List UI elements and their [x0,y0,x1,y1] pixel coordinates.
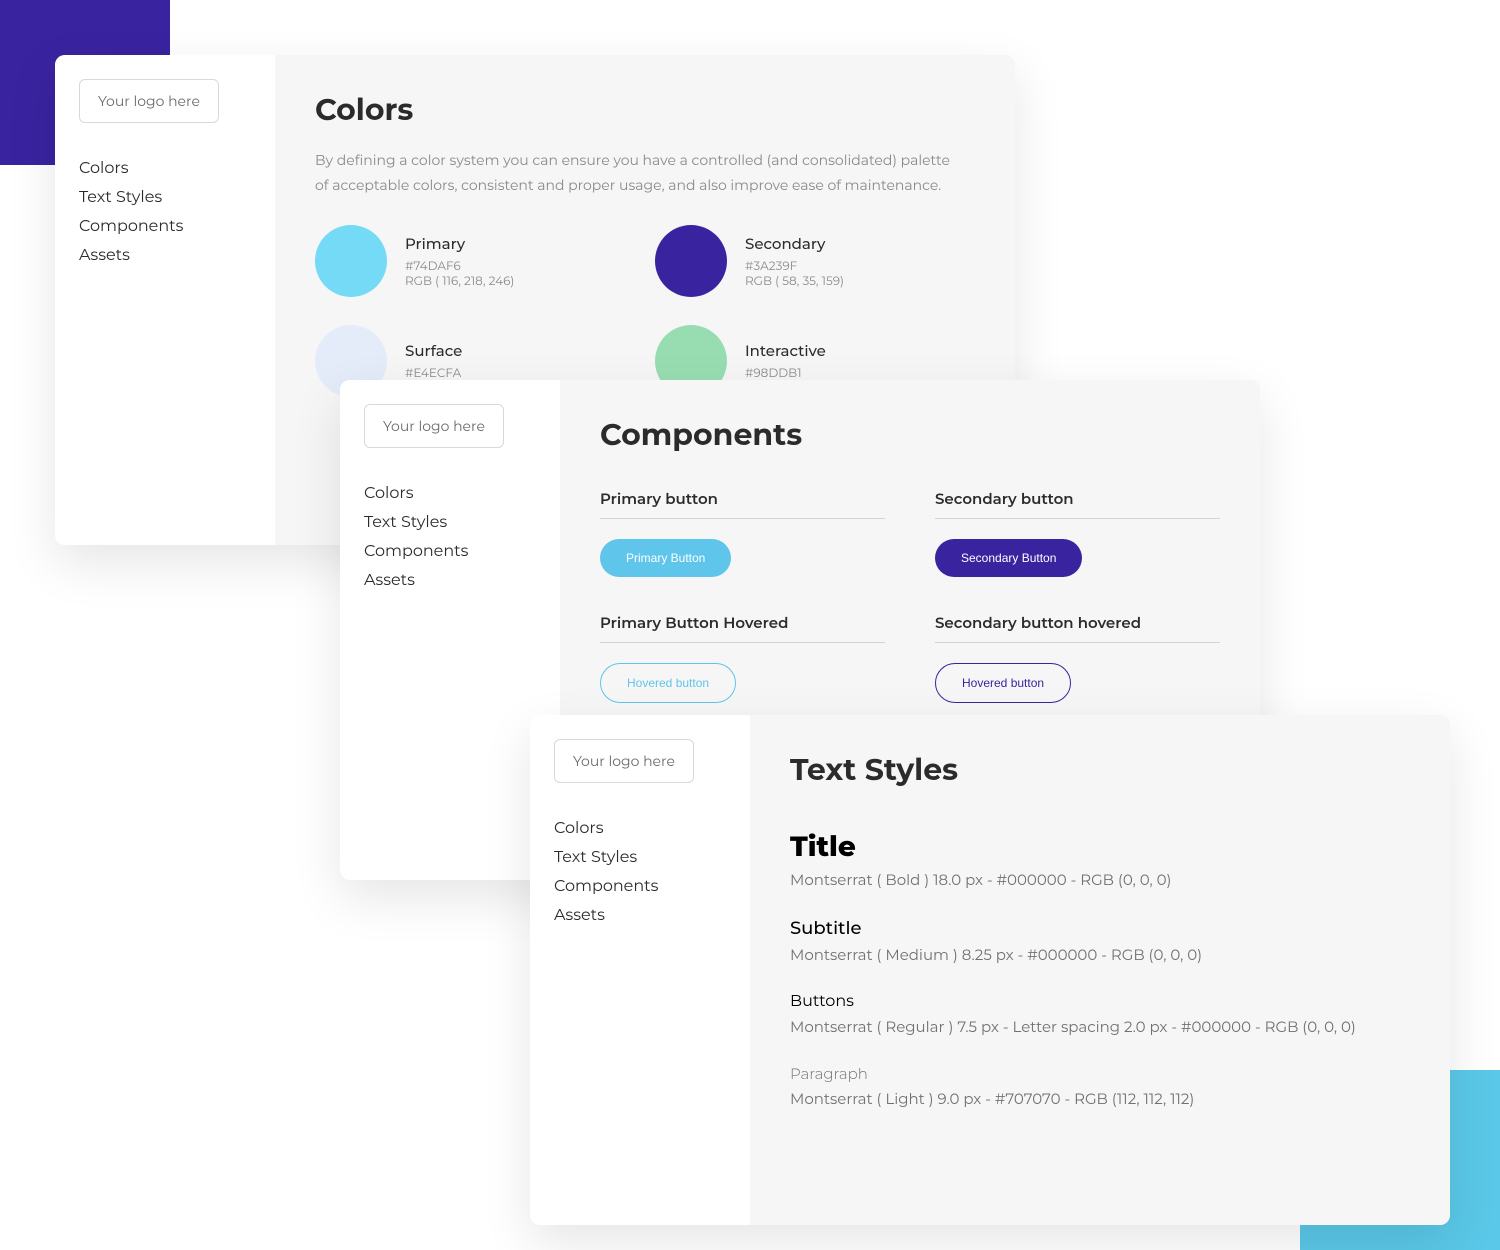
colors-description: By defining a color system you can ensur… [315,148,955,197]
component-label: Secondary button hovered [935,613,1220,643]
text-style-buttons: Buttons Montserrat ( Regular ) 7.5 px - … [790,992,1410,1036]
nav-item-components[interactable]: Components [79,217,183,236]
nav-item-text-styles[interactable]: Text Styles [79,188,183,207]
swatch-hex: #3A239F [745,259,844,274]
swatch-name: Surface [405,341,462,360]
component-block-primary-hover: Primary Button Hovered Hovered button [600,613,885,703]
text-style-subtitle: Subtitle Montserrat ( Medium ) 8.25 px -… [790,917,1410,964]
sidebar: Your logo here Colors Text Styles Compon… [340,380,560,880]
component-block-secondary-hover: Secondary button hovered Hovered button [935,613,1220,703]
component-block-primary: Primary button Primary Button [600,489,885,577]
nav-item-components[interactable]: Components [554,877,658,896]
logo-placeholder[interactable]: Your logo here [364,404,504,448]
text-style-meta: Montserrat ( Light ) 9.0 px - #707070 - … [790,1089,1410,1108]
secondary-button[interactable]: Secondary Button [935,539,1082,577]
logo-placeholder[interactable]: Your logo here [79,79,219,123]
swatch-hex: #E4ECFA [405,366,462,381]
text-styles-main: Text Styles Title Montserrat ( Bold ) 18… [750,715,1450,1225]
nav-item-text-styles[interactable]: Text Styles [554,848,658,867]
component-label: Secondary button [935,489,1220,519]
text-style-meta: Montserrat ( Bold ) 18.0 px - #000000 - … [790,870,1410,889]
primary-button[interactable]: Primary Button [600,539,731,577]
panel-text-styles: Your logo here Colors Text Styles Compon… [530,715,1450,1225]
component-block-secondary: Secondary button Secondary Button [935,489,1220,577]
text-style-meta: Montserrat ( Regular ) 7.5 px - Letter s… [790,1017,1410,1036]
text-style-sample: Buttons [790,992,1410,1011]
swatch-primary: Primary #74DAF6 RGB ( 116, 218, 246) [315,225,615,297]
text-style-sample: Subtitle [790,917,1410,939]
component-label: Primary Button Hovered [600,613,885,643]
text-style-sample: Paragraph [790,1064,1410,1083]
swatch-rgb: RGB ( 116, 218, 246) [405,274,514,289]
swatch-hex: #98DDB1 [745,366,826,381]
text-style-title: Title Montserrat ( Bold ) 18.0 px - #000… [790,830,1410,889]
nav-item-assets[interactable]: Assets [364,571,468,590]
sidebar: Your logo here Colors Text Styles Compon… [530,715,750,1225]
swatch-circle [655,225,727,297]
text-styles-title: Text Styles [790,751,1410,788]
colors-title: Colors [315,91,975,128]
swatch-hex: #74DAF6 [405,259,514,274]
logo-placeholder[interactable]: Your logo here [554,739,694,783]
nav: Colors Text Styles Components Assets [364,484,468,590]
nav-item-colors[interactable]: Colors [364,484,468,503]
nav-item-assets[interactable]: Assets [554,906,658,925]
primary-button-hovered[interactable]: Hovered button [600,663,736,703]
text-style-meta: Montserrat ( Medium ) 8.25 px - #000000 … [790,945,1410,964]
sidebar: Your logo here Colors Text Styles Compon… [55,55,275,545]
swatch-grid: Primary #74DAF6 RGB ( 116, 218, 246) Sec… [315,225,975,397]
component-grid: Primary button Primary Button Secondary … [600,489,1220,703]
swatch-secondary: Secondary #3A239F RGB ( 58, 35, 159) [655,225,955,297]
swatch-name: Interactive [745,341,826,360]
secondary-button-hovered[interactable]: Hovered button [935,663,1071,703]
component-label: Primary button [600,489,885,519]
nav-item-components[interactable]: Components [364,542,468,561]
nav-item-colors[interactable]: Colors [554,819,658,838]
swatch-circle [315,225,387,297]
swatch-rgb: RGB ( 58, 35, 159) [745,274,844,289]
text-style-paragraph: Paragraph Montserrat ( Light ) 9.0 px - … [790,1064,1410,1108]
nav: Colors Text Styles Components Assets [554,819,658,925]
text-style-sample: Title [790,830,1410,864]
nav: Colors Text Styles Components Assets [79,159,183,265]
nav-item-colors[interactable]: Colors [79,159,183,178]
nav-item-text-styles[interactable]: Text Styles [364,513,468,532]
swatch-name: Primary [405,234,514,253]
nav-item-assets[interactable]: Assets [79,246,183,265]
components-title: Components [600,416,1220,453]
swatch-name: Secondary [745,234,844,253]
